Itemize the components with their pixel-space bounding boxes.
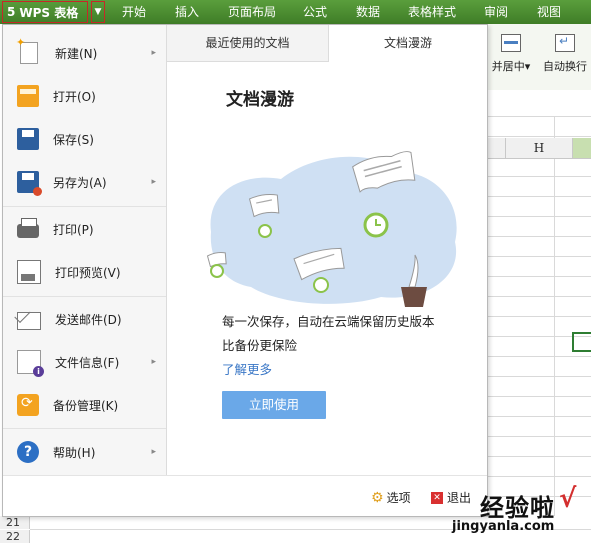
wrap-text-label: 自动换行 (543, 60, 587, 73)
close-icon: ✕ (431, 491, 443, 504)
mail-icon (17, 311, 41, 330)
use-now-button[interactable]: 立即使用 (222, 391, 326, 419)
menu-item-print[interactable]: 打印(P) (3, 209, 166, 249)
save-as-icon (17, 171, 42, 196)
column-header-h[interactable]: H (505, 138, 573, 158)
chevron-right-icon: ▸ (151, 48, 156, 58)
exit-label: 退出 (447, 491, 472, 505)
menu-item-label: 打印预览(V) (55, 265, 121, 280)
menu-item-save-as[interactable]: 另存为(A) ▸ (3, 162, 166, 202)
chevron-right-icon: ▸ (151, 357, 156, 367)
panel-title: 文档漫游 (226, 90, 294, 110)
selected-cell[interactable] (572, 332, 591, 352)
watermark-text: 经验啦 (480, 494, 555, 522)
new-doc-icon (16, 36, 38, 64)
tab-table-style[interactable]: 表格样式 (408, 3, 456, 20)
file-menu-list: 新建(N) ▸ 打开(O) 保存(S) 另存为(A) ▸ 打印(P) 打印预览(… (3, 25, 167, 475)
watermark-check-icon: √ (559, 484, 577, 514)
menu-divider (3, 296, 166, 297)
exit-button[interactable]: ✕ 退出 (431, 489, 471, 506)
menu-item-label: 发送邮件(D) (55, 312, 122, 327)
merge-cells-icon (501, 34, 521, 52)
menu-item-label: 打印(P) (53, 222, 94, 237)
menu-item-save[interactable]: 保存(S) (3, 119, 166, 159)
clock-icon (210, 264, 224, 278)
tab-view[interactable]: 视图 (537, 3, 561, 20)
clock-icon (313, 277, 329, 293)
tab-review[interactable]: 审阅 (484, 3, 508, 20)
printer-icon (17, 218, 39, 238)
menu-item-label: 保存(S) (53, 132, 94, 147)
open-folder-icon (17, 85, 39, 107)
app-menu-dropdown-arrow-icon[interactable]: ▼ (91, 1, 105, 23)
wps-logo-icon: 5 (7, 5, 16, 19)
save-icon (17, 128, 39, 150)
options-label: 选项 (386, 491, 411, 505)
menu-item-label: 新建(N) (55, 46, 98, 61)
merge-center-label: 并居中 (491, 60, 525, 73)
spreadsheet-grid[interactable] (486, 116, 591, 542)
menu-item-open[interactable]: 打开(O) (3, 76, 166, 116)
row-number-22[interactable]: 22 (0, 530, 30, 543)
tab-document-roaming[interactable]: 文档漫游 (329, 25, 487, 61)
menu-item-file-info[interactable]: 文件信息(F) ▸ (3, 342, 166, 382)
menu-item-label: 另存为(A) (53, 175, 107, 190)
file-info-icon (17, 350, 44, 377)
menu-item-new[interactable]: 新建(N) ▸ (3, 33, 166, 73)
row-number-21[interactable]: 21 (0, 516, 30, 529)
title-menu-bar: 5 WPS 表格 ▼ 开始 插入 页面布局 公式 数据 表格样式 审阅 视图 (0, 0, 591, 24)
menu-item-label: 帮助(H) (53, 445, 96, 460)
menu-item-label: 打开(O) (53, 89, 96, 104)
panel-description-line2: 比备份更保险 (222, 338, 298, 353)
wps-app-menu-button[interactable]: 5 WPS 表格 (2, 1, 88, 23)
help-icon: ? (17, 441, 39, 463)
tab-formulas[interactable]: 公式 (303, 3, 327, 20)
menu-divider (3, 428, 166, 429)
footer-divider (3, 475, 487, 476)
wrap-text-button[interactable]: 自动换行 (540, 34, 590, 74)
tab-page-layout[interactable]: 页面布局 (228, 3, 276, 20)
watermark-url: jingyanla.com (452, 519, 555, 534)
app-name: WPS 表格 (19, 5, 79, 20)
clock-icon (258, 224, 272, 238)
ribbon-toolbar: 并居中▾ 自动换行 (486, 24, 591, 91)
chevron-right-icon: ▸ (151, 177, 156, 187)
ink-pot-icon (401, 287, 427, 307)
learn-more-link[interactable]: 了解更多 (222, 359, 272, 378)
menu-item-help[interactable]: ? 帮助(H) ▸ (3, 432, 166, 472)
backup-icon (17, 394, 39, 416)
gear-icon: ⚙ (371, 489, 384, 506)
formula-bar[interactable] (486, 90, 591, 117)
chevron-right-icon: ▸ (151, 447, 156, 457)
tab-home[interactable]: 开始 (122, 3, 146, 20)
merge-center-button[interactable]: 并居中▾ (488, 34, 534, 74)
wrap-text-icon (555, 34, 575, 52)
menu-divider (3, 206, 166, 207)
panel-description-line1: 每一次保存，自动在云端保留历史版本 (222, 314, 435, 329)
cloud-documents-illustration (206, 151, 457, 307)
tab-data[interactable]: 数据 (356, 3, 380, 20)
tab-insert[interactable]: 插入 (175, 3, 199, 20)
options-button[interactable]: ⚙ 选项 (371, 489, 411, 506)
tab-recent-documents[interactable]: 最近使用的文档 (167, 25, 329, 62)
file-menu-panel: 新建(N) ▸ 打开(O) 保存(S) 另存为(A) ▸ 打印(P) 打印预览(… (2, 24, 488, 517)
menu-item-send-mail[interactable]: 发送邮件(D) (3, 299, 166, 339)
menu-item-label: 文件信息(F) (55, 355, 120, 370)
menu-item-print-preview[interactable]: 打印预览(V) (3, 252, 166, 292)
menu-item-label: 备份管理(K) (53, 398, 119, 413)
merge-dropdown-icon: ▾ (524, 60, 531, 73)
column-header-selected[interactable] (573, 138, 591, 158)
print-preview-icon (17, 260, 41, 284)
menu-item-backup[interactable]: 备份管理(K) (3, 385, 166, 425)
